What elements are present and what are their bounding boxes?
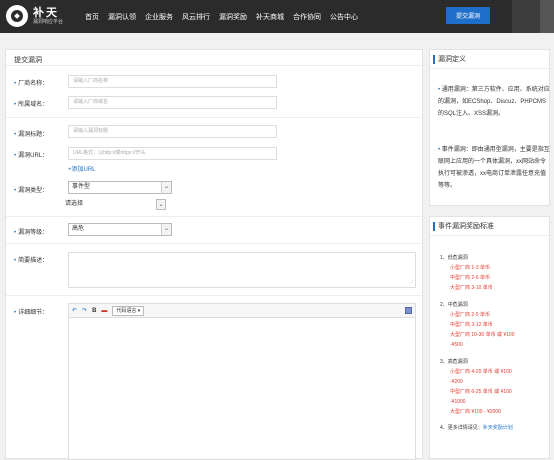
vuln-type-label: • 漏洞类型： <box>14 188 49 194</box>
form-title: 提交漏洞 <box>14 57 42 64</box>
fullscreen-icon[interactable] <box>405 307 412 314</box>
required-dot-icon: • <box>14 102 17 108</box>
undo-icon[interactable]: ↶ <box>72 307 77 314</box>
vuln-title-label: • 漏洞标题： <box>14 132 49 138</box>
required-dot-icon: • <box>14 81 17 87</box>
definition-panel: 漏洞定义 • 通用漏洞：第三方软件、应用、系统对应的漏洞，如ECShop、Dis… <box>429 49 550 206</box>
vuln-url-input[interactable]: URL格式：以http://或https://开头 <box>68 147 277 160</box>
detail-editor[interactable]: ↶ ↷ B ▬ 代码语言 ▾ <box>68 303 416 460</box>
divider <box>6 65 422 66</box>
required-dot-icon: • <box>14 230 17 236</box>
required-dot-icon: • <box>14 153 17 159</box>
image-icon[interactable]: ▬ <box>101 308 107 314</box>
editor-toolbar: ↶ ↷ B ▬ 代码语言 ▾ <box>69 304 415 318</box>
user-avatar[interactable] <box>540 0 554 33</box>
bold-icon[interactable]: B <box>92 308 96 314</box>
vendor-label: • 厂商名称： <box>14 81 49 87</box>
main-nav: 首页 漏洞认领 企业服务 风云排行 漏洞奖励 补天商城 合作协同 公告中心 <box>85 0 367 33</box>
vuln-subtype-select[interactable]: 请选择 ⌄ <box>62 199 166 212</box>
divider <box>6 117 422 118</box>
required-dot-icon: • <box>14 188 17 194</box>
top-navbar: 补天 漏洞响应平台 首页 漏洞认领 企业服务 风云排行 漏洞奖励 补天商城 合作… <box>0 0 554 33</box>
detail-label: • 详细细节： <box>14 310 49 316</box>
vuln-level-select[interactable]: 高危 ⌄ <box>68 223 172 236</box>
submit-form-panel: 提交漏洞 • 厂商名称： 请输入厂商名称 • 所属域名： 请输入厂商域名 • 漏洞标题… <box>5 49 423 460</box>
definition-item: • 通用漏洞：第三方软件、应用、系统对应的漏洞，如ECShop、Discuz、P… <box>438 87 550 117</box>
add-url-link[interactable]: +添加URL <box>68 164 96 173</box>
reward-group-high: 3、高危漏洞 小型厂商 4-20 单币 或 ¥100 -¥200 中型厂商 6-… <box>440 359 512 415</box>
submit-vuln-header-button[interactable]: 提交漏洞 <box>446 7 490 24</box>
divider <box>6 295 422 296</box>
nav-item-claim[interactable]: 漏洞认领 <box>108 12 136 22</box>
nav-item-ranking[interactable]: 风云排行 <box>182 12 210 22</box>
nav-item-cooperation[interactable]: 合作协同 <box>293 12 321 22</box>
reward-group-medium: 2、中危漏洞 小型厂商 2-5 单币 中型厂商 3-12 单币 大型厂商 10-… <box>440 302 515 348</box>
divider <box>6 216 422 217</box>
chevron-down-icon: ⌄ <box>161 182 171 193</box>
vendor-input[interactable]: 请输入厂商名称 <box>68 75 277 88</box>
nav-item-announcements[interactable]: 公告中心 <box>330 12 358 22</box>
logo-icon <box>6 5 28 27</box>
chevron-down-icon: ⌄ <box>161 224 171 235</box>
reward-plan-link[interactable]: 补天奖励计划 <box>483 425 513 431</box>
vuln-title-input[interactable]: 请输入漏洞标题 <box>68 125 277 138</box>
vuln-level-label: • 漏洞等级： <box>14 230 49 236</box>
reward-tip: 4、更多详情请见：补天奖励计划 <box>440 425 513 431</box>
nav-item-home[interactable]: 首页 <box>85 12 99 22</box>
domain-input[interactable]: 请输入厂商域名 <box>68 96 277 109</box>
required-dot-icon: • <box>14 132 17 138</box>
code-language-select[interactable]: 代码语言 ▾ <box>112 305 145 316</box>
redo-icon[interactable]: ↷ <box>82 307 87 314</box>
brand-name: 补天 <box>33 6 59 19</box>
divider <box>6 243 422 244</box>
required-dot-icon: • <box>14 258 17 264</box>
definition-item: • 事件漏洞：即由通用型漏洞，主要是指互联网上应用的一个具体漏洞，xx网站命令执… <box>438 147 550 189</box>
required-dot-icon: • <box>14 310 17 316</box>
nav-item-enterprise[interactable]: 企业服务 <box>145 12 173 22</box>
nav-item-reward[interactable]: 漏洞奖励 <box>219 12 247 22</box>
vuln-url-label: • 漏洞URL： <box>14 153 49 159</box>
brief-textarea[interactable]: ⋰ <box>68 252 416 288</box>
resize-handle-icon[interactable]: ⋰ <box>409 281 414 286</box>
reward-panel: 事件漏洞奖励标准 1、低危漏洞 小型厂商 1-3 单币 中型厂商 2-6 单币 … <box>429 216 550 459</box>
vuln-type-select[interactable]: 事件型 ⌄ <box>68 181 172 194</box>
reward-title: 事件漏洞奖励标准 <box>430 217 549 236</box>
domain-label: • 所属域名： <box>14 102 49 108</box>
brand-logo[interactable]: 补天 漏洞响应平台 <box>6 5 63 27</box>
brand-subtitle: 漏洞响应平台 <box>33 18 64 25</box>
chevron-down-icon: ⌄ <box>156 199 166 210</box>
nav-item-mall[interactable]: 补天商城 <box>256 12 284 22</box>
brief-label: • 简要描述： <box>14 258 49 264</box>
definition-title: 漏洞定义 <box>430 50 549 69</box>
reward-group-low: 1、低危漏洞 小型厂商 1-3 单币 中型厂商 2-6 单币 大型厂商 3-10… <box>440 255 493 291</box>
